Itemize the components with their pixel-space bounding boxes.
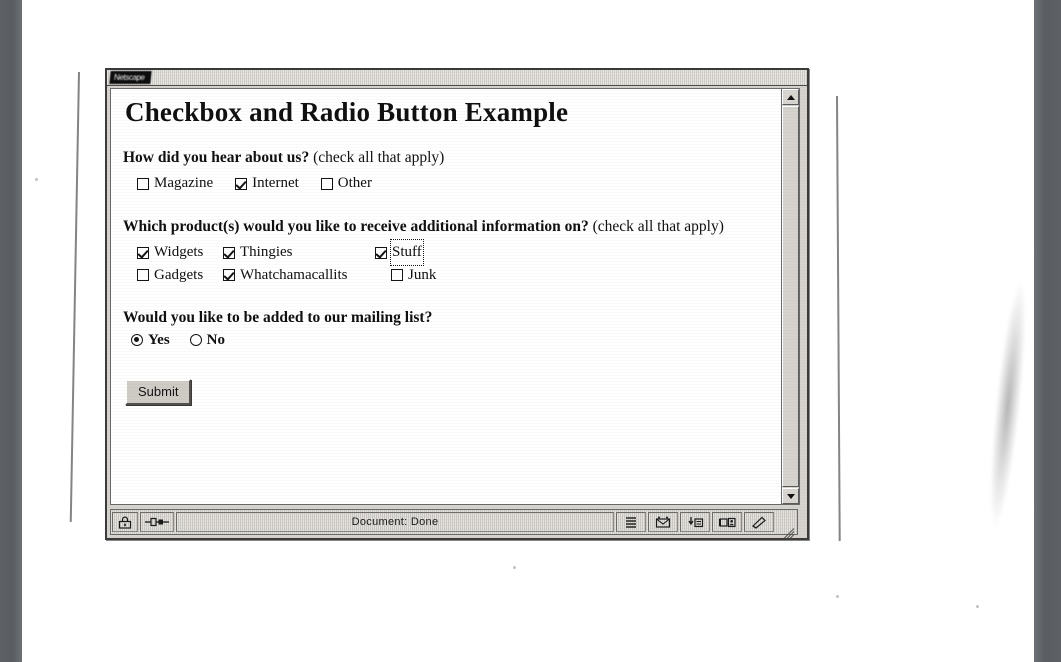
question-prompt: Which product(s) would you like to recei… bbox=[123, 217, 769, 237]
option-label: Other bbox=[337, 175, 372, 192]
checkbox-checked-icon[interactable] bbox=[137, 246, 149, 259]
checkbox-option-internet[interactable]: Internet bbox=[235, 172, 299, 195]
option-label: Thingies bbox=[240, 244, 293, 261]
question-prompt: Would you like to be added to our mailin… bbox=[123, 308, 769, 352]
checkbox-option-widgets[interactable]: Widgets bbox=[137, 241, 223, 264]
composer-icon bbox=[751, 516, 766, 529]
checkbox-unchecked-icon[interactable] bbox=[320, 177, 333, 190]
checkbox-option-thingies[interactable]: Thingies bbox=[223, 241, 375, 264]
option-label: Junk bbox=[408, 266, 437, 283]
security-status-button[interactable] bbox=[112, 512, 138, 532]
pencil-line-right bbox=[836, 95, 841, 541]
checkbox-option-whatchamacallits[interactable]: Whatchamacallits bbox=[223, 264, 391, 287]
radio-button-selected-icon[interactable] bbox=[131, 334, 143, 347]
checkbox-checked-icon[interactable] bbox=[223, 246, 235, 259]
mailbox-icon bbox=[655, 516, 671, 528]
question-text: Which product(s) would you like to recei… bbox=[123, 217, 589, 235]
status-text: Document: Done bbox=[176, 512, 614, 532]
question-text: Would you like to be added to our mailin… bbox=[123, 309, 433, 327]
option-row: Gadgets Whatchamacallits Junk bbox=[137, 264, 769, 287]
scan-smudge bbox=[983, 281, 1033, 528]
checkbox-checked-icon[interactable] bbox=[235, 177, 248, 190]
status-bar: Document: Done bbox=[110, 509, 798, 540]
address-book-button[interactable] bbox=[712, 512, 742, 532]
question-hint: (check all that apply) bbox=[313, 149, 445, 166]
mailbox-button[interactable] bbox=[648, 512, 678, 532]
option-label: Internet bbox=[252, 175, 299, 192]
question-hint: (check all that apply) bbox=[592, 217, 724, 235]
radio-option-yes[interactable]: Yes bbox=[131, 329, 170, 352]
question-block: Would you like to be added to our mailin… bbox=[123, 308, 769, 352]
questions-container: How did you hear about us? (check all th… bbox=[123, 148, 769, 353]
scroll-down-arrow-button[interactable] bbox=[782, 488, 799, 504]
question-prompt: How did you hear about us? (check all th… bbox=[123, 148, 769, 168]
option-label: Widgets bbox=[154, 244, 204, 261]
option-label: No bbox=[206, 331, 226, 348]
network-connection-icon bbox=[145, 517, 169, 527]
browser-window: Netscape Checkbox and Radio Button Examp… bbox=[105, 68, 809, 540]
padlock-icon bbox=[118, 516, 132, 529]
address-book-icon bbox=[718, 517, 736, 527]
scan-edge-right bbox=[1034, 0, 1061, 662]
option-label: Yes bbox=[148, 331, 170, 348]
component-bar bbox=[615, 510, 797, 540]
vertical-scrollbar[interactable] bbox=[781, 89, 799, 504]
checkbox-option-stuff[interactable]: Stuff bbox=[375, 238, 425, 267]
option-rows: Yes No bbox=[123, 329, 769, 353]
radio-button-icon[interactable] bbox=[189, 334, 202, 347]
page-title: Checkbox and Radio Button Example bbox=[125, 97, 569, 127]
checkbox-option-other[interactable]: Other bbox=[320, 172, 372, 195]
window-title: Netscape bbox=[109, 71, 152, 84]
checkbox-option-junk[interactable]: Junk bbox=[391, 264, 436, 287]
checkbox-option-magazine[interactable]: Magazine bbox=[137, 172, 213, 195]
option-label: Whatchamacallits bbox=[240, 266, 348, 283]
newsgroups-button[interactable] bbox=[680, 512, 710, 532]
checkbox-checked-icon[interactable] bbox=[223, 269, 235, 282]
scrollbar-thumb[interactable] bbox=[782, 106, 799, 487]
question-block: How did you hear about us? (check all th… bbox=[123, 148, 769, 195]
option-label: Stuff bbox=[389, 238, 425, 267]
radio-option-no[interactable]: No bbox=[189, 329, 226, 352]
checkbox-unchecked-icon[interactable] bbox=[137, 177, 149, 190]
option-row: Yes No bbox=[131, 329, 225, 352]
pencil-line-left bbox=[69, 71, 80, 522]
title-bar[interactable]: Netscape bbox=[107, 70, 807, 86]
scroll-up-arrow-button[interactable] bbox=[782, 89, 799, 105]
scan-edge-left bbox=[0, 0, 22, 662]
scan-speck bbox=[35, 178, 38, 181]
checkbox-unchecked-icon[interactable] bbox=[137, 269, 149, 282]
connection-status-button[interactable] bbox=[140, 512, 174, 532]
checkbox-checked-icon[interactable] bbox=[375, 246, 387, 259]
question-block: Which product(s) would you like to recei… bbox=[123, 217, 769, 286]
scan-speck bbox=[513, 566, 516, 569]
submit-button[interactable]: Submit bbox=[125, 378, 192, 405]
newsgroups-icon bbox=[687, 516, 703, 527]
navigator-icon bbox=[626, 516, 636, 528]
content-region: Checkbox and Radio Button Example How di… bbox=[110, 88, 800, 505]
page-canvas: Checkbox and Radio Button Example How di… bbox=[111, 89, 781, 504]
option-row: Widgets Thingies Stuff bbox=[137, 238, 769, 267]
checkbox-option-gadgets[interactable]: Gadgets bbox=[137, 264, 223, 287]
checkbox-unchecked-icon[interactable] bbox=[391, 269, 403, 282]
option-label: Magazine bbox=[154, 175, 214, 192]
option-rows: Widgets Thingies Stuff Gadgets Whatchamacall… bbox=[123, 238, 769, 287]
composer-button[interactable] bbox=[744, 512, 774, 532]
navigator-button[interactable] bbox=[616, 512, 646, 532]
option-label: Gadgets bbox=[154, 266, 204, 283]
scan-speck bbox=[976, 605, 979, 608]
scan-speck bbox=[836, 595, 839, 598]
chevron-up-icon bbox=[786, 94, 795, 100]
chevron-down-icon bbox=[786, 493, 795, 499]
option-row: Magazine Internet Other bbox=[137, 172, 769, 195]
question-text: How did you hear about us? bbox=[123, 149, 310, 166]
option-rows: Magazine Internet Other bbox=[123, 172, 769, 195]
resize-grip[interactable] bbox=[776, 512, 796, 540]
